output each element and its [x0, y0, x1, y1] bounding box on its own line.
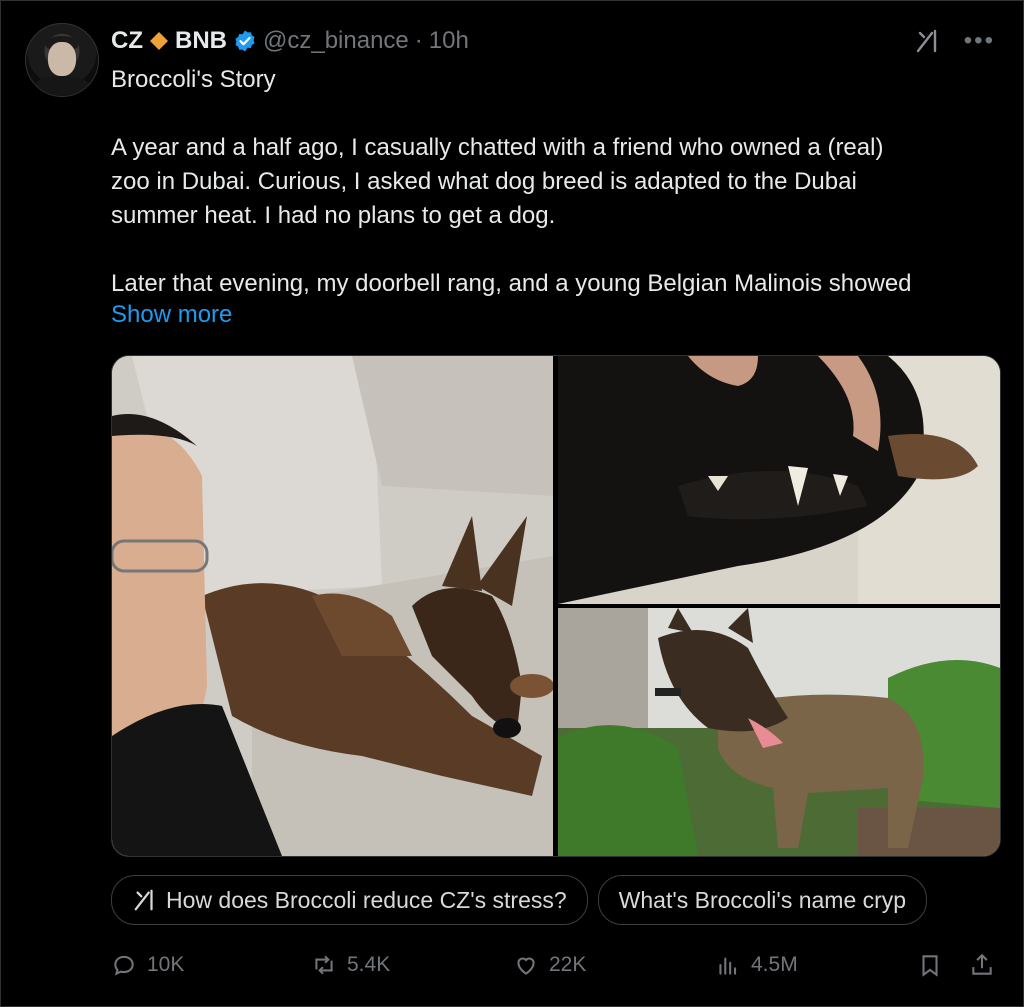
photo-dog-teeth[interactable]	[558, 356, 1000, 604]
header-actions: •••	[914, 27, 995, 55]
grok-prompt-text: How does Broccoli reduce CZ's stress?	[166, 886, 567, 913]
like-count: 22K	[549, 953, 587, 976]
like-icon	[517, 957, 535, 975]
avatar[interactable]	[25, 23, 99, 97]
views-icon	[719, 957, 737, 975]
photo-dog-garden[interactable]	[558, 608, 1000, 856]
avatar-face	[48, 42, 76, 76]
grok-prompt-chips: How does Broccoli reduce CZ's stress? Wh…	[111, 875, 1015, 927]
grok-prompt-text: What's Broccoli's name cryp	[618, 886, 907, 913]
avatar-body	[34, 76, 90, 96]
tweet-text-block: Broccoli's Story A year and a half ago, …	[111, 63, 991, 301]
tweet-header: CZ BNB @cz_binance · 10h	[111, 25, 469, 57]
photo-dog-teeth-art	[558, 356, 1000, 604]
repost-button[interactable]: 5.4K	[311, 947, 390, 983]
media-grid	[111, 355, 1001, 857]
reply-count: 10K	[147, 953, 185, 976]
grok-prompt-chip[interactable]: How does Broccoli reduce CZ's stress?	[111, 875, 588, 925]
views-count: 4.5M	[751, 953, 798, 976]
grok-icon	[134, 889, 153, 911]
photo-selfie-with-dog[interactable]	[112, 356, 553, 856]
photo-selfie-with-dog-art	[112, 356, 553, 856]
reply-icon	[114, 955, 134, 976]
repost-icon	[315, 955, 333, 975]
verified-badge-icon	[235, 30, 255, 52]
photo-dog-garden-art	[558, 608, 1000, 856]
tweet-actions: 10K 5.4K 22K 4.5M	[111, 947, 1001, 983]
grok-icon[interactable]	[914, 27, 942, 55]
repost-count: 5.4K	[347, 953, 391, 976]
share-button[interactable]	[969, 947, 995, 983]
meta-separator: ·	[414, 27, 423, 54]
like-button[interactable]: 22K	[513, 947, 586, 983]
author-handle[interactable]: @cz_binance	[263, 27, 409, 55]
reply-button[interactable]: 10K	[111, 947, 184, 983]
bookmark-button[interactable]	[917, 947, 943, 983]
more-icon[interactable]: •••	[964, 29, 995, 53]
views-button[interactable]: 4.5M	[715, 947, 798, 983]
tweet-card: CZ BNB @cz_binance · 10h ••• Broccoli's …	[0, 0, 1024, 1007]
tweet-body: A year and a half ago, I casually chatte…	[111, 134, 912, 297]
author-affiliation[interactable]: BNB	[175, 27, 227, 55]
grok-prompt-chip[interactable]: What's Broccoli's name cryp	[597, 875, 928, 925]
show-more-link[interactable]: Show more	[111, 301, 232, 329]
bnb-diamond-icon	[150, 32, 168, 50]
bookmark-icon	[922, 955, 938, 977]
tweet-title: Broccoli's Story	[111, 66, 276, 93]
author-name[interactable]: CZ	[111, 27, 143, 55]
post-time[interactable]: 10h	[429, 27, 469, 55]
share-icon	[972, 953, 992, 975]
